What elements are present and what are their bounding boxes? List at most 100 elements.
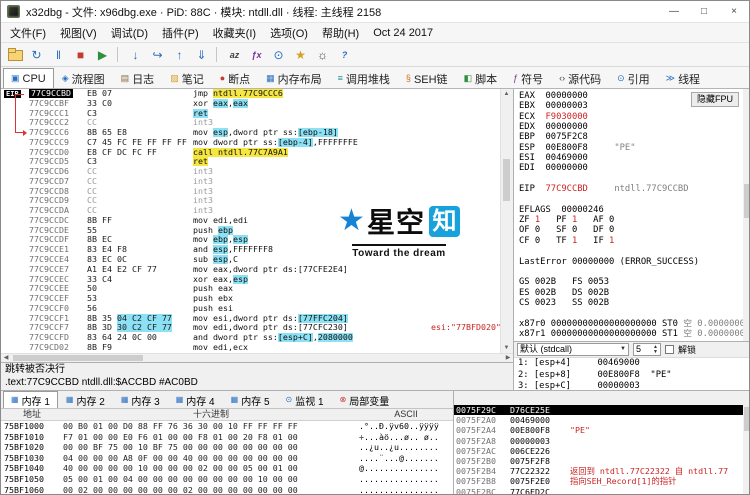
tab-symbols[interactable]: ƒ 符号 bbox=[505, 68, 551, 88]
stack-row[interactable]: 0075F2B0 0075F2F8 bbox=[454, 456, 749, 466]
disasm-row[interactable]: 77C9CCC1 C3 ret bbox=[1, 108, 500, 119]
register-line[interactable]: OF 0 SF 0 DF 0 bbox=[519, 225, 743, 235]
register-line[interactable]: ECX F9030000 bbox=[519, 112, 743, 122]
tab-log[interactable]: ▤ 日志 bbox=[113, 68, 163, 88]
title-bar[interactable]: x32dbg - 文件: x96dbg.exe · PiD: 88C · 模块:… bbox=[1, 1, 749, 23]
dump-row[interactable]: 75BF1050 05 00 01 00 04 00 00 00 00 00 0… bbox=[1, 474, 453, 485]
disasm-row[interactable]: 77C9CCD7 CC int3 bbox=[1, 177, 500, 187]
scroll-down-icon[interactable]: ▼ bbox=[501, 344, 512, 352]
stack-row[interactable]: 0075F2A8 00000003 bbox=[454, 436, 749, 446]
register-line[interactable]: EIP 77C9CCBD ntdll.77C9CCBD bbox=[519, 184, 743, 194]
tab-dump-3[interactable]: ▦ 内存 3 bbox=[113, 391, 168, 408]
tab-dump-4[interactable]: ▦ 内存 4 bbox=[168, 391, 223, 408]
disasm-row[interactable]: 77C9CCFD 83 64 24 0C 00 and dword ptr ss… bbox=[1, 333, 500, 343]
disasm-row[interactable]: 77C9CCD0 E8 CF DC FC FF call ntdll.77C7A… bbox=[1, 147, 500, 158]
stack-row[interactable]: 0075F2AC 006CE226 bbox=[454, 446, 749, 456]
scrollbar-thumb[interactable] bbox=[744, 184, 749, 218]
menu-plugins[interactable]: 插件(P) bbox=[155, 25, 206, 41]
scrollbar-thumb[interactable] bbox=[13, 355, 143, 361]
register-line[interactable]: EBP 0075F2C8 bbox=[519, 132, 743, 142]
argument-count-spinner[interactable]: 5 ▲ ▼ bbox=[633, 343, 661, 356]
pause-icon[interactable]: ‖ bbox=[48, 45, 69, 65]
run-icon[interactable]: ▶ bbox=[92, 45, 113, 65]
menu-options[interactable]: 选项(O) bbox=[263, 25, 315, 41]
tab-dump-1[interactable]: ▦ 内存 1 bbox=[3, 391, 58, 408]
search-icon[interactable]: ⊙ bbox=[268, 45, 289, 65]
tab-locals[interactable]: ⊗ 局部变量 bbox=[332, 391, 398, 408]
settings-gear-icon[interactable]: ☼ bbox=[312, 45, 333, 65]
disasm-row[interactable]: 77C9CCD6 CC int3 bbox=[1, 167, 500, 177]
tab-watch-1[interactable]: ⊙ 监视 1 bbox=[278, 391, 332, 408]
menu-favourites[interactable]: 收藏夹(I) bbox=[206, 25, 263, 41]
stack-scrollbar[interactable] bbox=[743, 405, 749, 494]
stack-row[interactable]: 0075F2A4 00E800F8 "PE" bbox=[454, 425, 749, 435]
register-line[interactable]: EDI 00000000 bbox=[519, 163, 743, 173]
disasm-row[interactable]: 77C9CCD5 C3 ret bbox=[1, 157, 500, 167]
register-line[interactable]: x87r0 00000000000000000000 ST0 空 0.00000… bbox=[519, 319, 743, 329]
run-to-user-code-icon[interactable]: ⇓ bbox=[191, 45, 212, 65]
scrollbar-thumb[interactable] bbox=[744, 407, 749, 431]
argument-row[interactable]: 1: [esp+4] 00469000 bbox=[514, 358, 749, 370]
step-into-icon[interactable]: ↓ bbox=[125, 45, 146, 65]
hide-fpu-button[interactable]: 隐藏FPU bbox=[690, 92, 739, 107]
register-line[interactable]: ZF 1 PF 1 AF 0 bbox=[519, 215, 743, 225]
stack-row[interactable]: 0075F2A0 00469000 bbox=[454, 415, 749, 425]
register-line[interactable]: EFLAGS 00000246 bbox=[519, 205, 743, 215]
dump-row[interactable]: 75BF1000 00 B0 01 00 D0 88 FF 76 36 30 0… bbox=[1, 421, 453, 432]
close-button[interactable]: × bbox=[719, 1, 749, 23]
disasm-row[interactable]: 77C9CCEF 53 push ebx bbox=[1, 294, 500, 304]
stack-row[interactable]: 0075F2B8 0075F2E0 指向SEH_Record[1]的指针 bbox=[454, 476, 749, 486]
disasm-horizontal-scrollbar[interactable]: ◀ ▶ bbox=[1, 353, 513, 362]
dump-row[interactable]: 75BF1030 04 00 00 00 A8 0F 00 00 40 00 0… bbox=[1, 453, 453, 464]
disasm-row[interactable]: 77C9CCF7 8B 3D 30 C2 CF 77 mov edi,dword… bbox=[1, 323, 500, 333]
stack-row[interactable]: 0075F2BC 77C6ED2C bbox=[454, 487, 749, 495]
registers-panel[interactable]: 隐藏FPU EAX 00000000 EBX 00000003 ECX F90300… bbox=[513, 89, 743, 341]
tab-references[interactable]: ⊙ 引用 bbox=[609, 68, 658, 88]
minimize-button[interactable]: — bbox=[659, 1, 689, 23]
build-date[interactable]: Oct 24 2017 bbox=[366, 27, 440, 39]
register-line[interactable] bbox=[519, 308, 743, 318]
menu-file[interactable]: 文件(F) bbox=[3, 25, 53, 41]
restart-icon[interactable]: ↻ bbox=[26, 45, 47, 65]
disasm-row[interactable]: 77C9CCBD EB 07 jmp ntdll.77C9CCC6 bbox=[1, 89, 500, 99]
scroll-up-icon[interactable]: ▲ bbox=[501, 90, 512, 98]
calling-convention-select[interactable]: 默认 (stdcall) ▼ bbox=[517, 343, 629, 356]
register-line[interactable]: LastError 00000000 (ERROR_SUCCESS) bbox=[519, 257, 743, 267]
tab-seh[interactable]: § SEH链 bbox=[398, 68, 456, 88]
tab-script[interactable]: ◧ 脚本 bbox=[456, 68, 506, 88]
tab-cpu[interactable]: ▣ CPU bbox=[3, 68, 54, 88]
tab-notes[interactable]: ▨ 笔记 bbox=[162, 68, 212, 88]
register-line[interactable]: CF 0 TF 1 IF 1 bbox=[519, 236, 743, 246]
tab-dump-5[interactable]: ▦ 内存 5 bbox=[223, 391, 278, 408]
unlock-checkbox[interactable] bbox=[665, 345, 674, 354]
disasm-vertical-scrollbar[interactable]: ▲ ▼ bbox=[500, 89, 512, 353]
register-line[interactable]: CS 0023 SS 002B bbox=[519, 298, 743, 308]
menu-help[interactable]: 帮助(H) bbox=[315, 25, 366, 41]
disasm-row[interactable]: 77C9CCE7 A1 E4 E2 CF 77 mov eax,dword pt… bbox=[1, 265, 500, 275]
stack-row[interactable]: 0075F29C D76CE25E bbox=[454, 405, 749, 416]
tab-source[interactable]: ‹› 源代码 bbox=[551, 68, 609, 88]
menu-view[interactable]: 视图(V) bbox=[53, 25, 104, 41]
dump-panel[interactable]: ▦ 内存 1 ▦ 内存 2 ▦ 内存 3 ▦ 内存 4 ▦ 内存 5 ⊙ 监视 1 ⊗ 局部变量 地址 十… bbox=[1, 390, 453, 494]
stop-icon[interactable]: ■ bbox=[70, 45, 91, 65]
tab-graph[interactable]: ◈ 流程图 bbox=[54, 68, 113, 88]
tab-memory-map[interactable]: ▦ 内存布局 bbox=[258, 68, 330, 88]
maximize-button[interactable]: □ bbox=[689, 1, 719, 23]
tab-breakpoints[interactable]: ● 断点 bbox=[212, 68, 258, 88]
disasm-row[interactable]: 77C9CCEC 33 C4 xor eax,esp bbox=[1, 274, 500, 285]
disasm-row[interactable]: 77C9CCF0 56 push esi bbox=[1, 304, 500, 314]
help-icon[interactable]: ? bbox=[334, 45, 355, 65]
disasm-row[interactable]: 77C9CCF1 8B 35 04 C2 CF 77 mov esi,dword… bbox=[1, 313, 500, 324]
stack-panel[interactable]: 0075F29C D76CE25E 0075F2A0 00469000 0075… bbox=[453, 390, 749, 495]
dump-row[interactable]: 75BF1040 40 00 00 00 00 10 00 00 00 02 0… bbox=[1, 463, 453, 474]
register-line[interactable]: ESP 00E800F8 "PE" bbox=[519, 143, 743, 153]
dump-row[interactable]: 75BF1020 00 00 BF 75 00 10 BF 75 00 00 0… bbox=[1, 442, 453, 453]
register-line[interactable]: GS 002B FS 0053 bbox=[519, 277, 743, 287]
register-line[interactable] bbox=[519, 174, 743, 184]
register-line[interactable] bbox=[519, 194, 743, 204]
register-line[interactable]: ES 002B DS 002B bbox=[519, 288, 743, 298]
stack-row[interactable]: 0075F2B4 77C22322 返回到 ntdll.77C22322 自 n… bbox=[454, 466, 749, 476]
menu-debug[interactable]: 调试(D) bbox=[104, 25, 155, 41]
spinner-arrows-icon[interactable]: ▲ ▼ bbox=[653, 344, 658, 355]
open-file-icon[interactable] bbox=[4, 45, 25, 65]
